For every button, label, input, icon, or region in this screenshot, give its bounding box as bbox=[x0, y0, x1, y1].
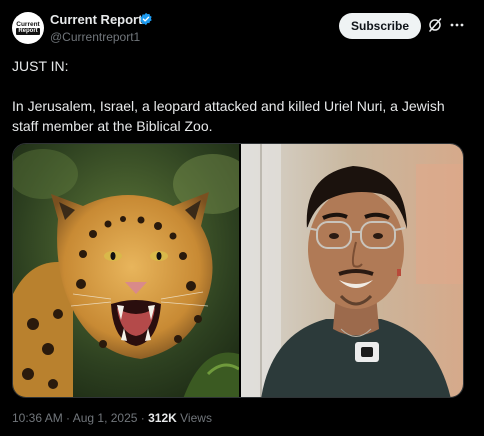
tweet-time[interactable]: 10:36 AM bbox=[12, 411, 63, 425]
meta-separator: · bbox=[137, 411, 149, 425]
leopard-photo[interactable] bbox=[13, 144, 239, 397]
verified-badge-icon bbox=[140, 12, 152, 26]
views-count: 312K bbox=[148, 411, 177, 425]
tweet-date[interactable]: Aug 1, 2025 bbox=[73, 411, 138, 425]
display-name[interactable]: Current Report bbox=[50, 12, 142, 27]
handle[interactable]: @Currentreport1 bbox=[50, 30, 140, 44]
tweet: Current Report Current Report @Currentre… bbox=[0, 0, 484, 436]
avatar[interactable]: Current Report bbox=[12, 12, 44, 44]
subscribe-button[interactable]: Subscribe bbox=[339, 13, 421, 39]
person-photo[interactable] bbox=[241, 144, 463, 397]
grok-icon[interactable] bbox=[427, 17, 443, 33]
tweet-text-body: In Jerusalem, Israel, a leopard attacked… bbox=[12, 98, 445, 134]
more-icon[interactable] bbox=[449, 17, 465, 33]
avatar-text-line1: Current bbox=[16, 21, 40, 28]
tweet-meta: 10:36 AM · Aug 1, 2025 · 312K Views bbox=[12, 411, 212, 425]
views-label: Views bbox=[176, 411, 212, 425]
avatar-text-line2: Report bbox=[16, 28, 40, 35]
media-grid[interactable] bbox=[12, 143, 464, 398]
tweet-text-heading: JUST IN: bbox=[12, 58, 69, 74]
meta-separator: · bbox=[62, 411, 73, 425]
